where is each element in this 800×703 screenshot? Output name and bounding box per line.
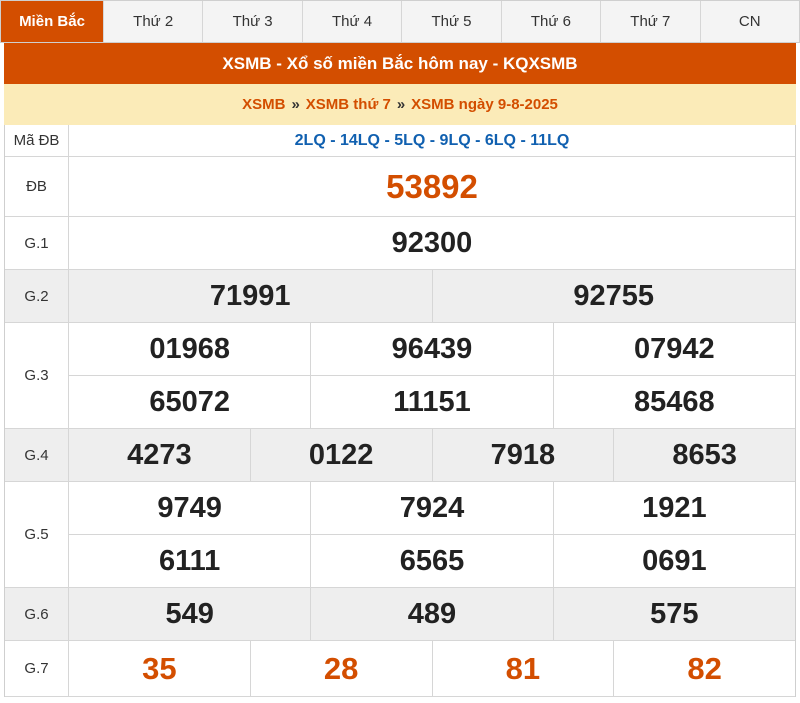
row-ma-db: Mã ĐB 2LQ - 14LQ - 5LQ - 9LQ - 6LQ - 11L… — [5, 125, 795, 157]
prize-number: 81 — [431, 641, 614, 696]
breadcrumb: XSMB » XSMB thứ 7 » XSMB ngày 9-8-2025 — [4, 84, 796, 125]
row-label-g7: G.7 — [5, 641, 69, 696]
prize-number: 6111 — [159, 544, 221, 577]
row-label-g1: G.1 — [5, 217, 69, 269]
prize-number: 489 — [310, 588, 552, 640]
row-g7: G.7 35 28 81 82 — [5, 641, 795, 697]
row-g3: G.3 01968 96439 07942 65072 11151 85468 — [5, 323, 795, 429]
prize-number: 0122 — [249, 429, 432, 481]
prize-number: 82 — [613, 641, 795, 696]
row-db: ĐB 53892 — [5, 157, 795, 217]
prize-number: 35 — [142, 650, 177, 686]
prize-number: 7924 — [310, 482, 552, 534]
row-g6: G.6 549 489 575 — [5, 588, 795, 641]
special-prize-number: 53892 — [386, 167, 478, 205]
prize-number: 28 — [249, 641, 432, 696]
prize-number: 65072 — [149, 385, 230, 418]
lottery-results-page: Miền Bắc Thứ 2 Thứ 3 Thứ 4 Thứ 5 Thứ 6 T… — [0, 0, 800, 703]
tab-thu-4[interactable]: Thứ 4 — [301, 1, 401, 42]
tab-thu-2[interactable]: Thứ 2 — [103, 1, 202, 42]
prize-number: 92300 — [391, 226, 473, 259]
prize-number: 71991 — [209, 279, 291, 312]
row-label-g6: G.6 — [5, 588, 69, 640]
page-title: XSMB - Xổ số miền Bắc hôm nay - KQXSMB — [4, 43, 796, 84]
prize-number: 1921 — [552, 482, 795, 534]
tab-thu-3[interactable]: Thứ 3 — [202, 1, 301, 42]
row-label-g3: G.3 — [5, 323, 69, 428]
tab-mien-bac[interactable]: Miền Bắc — [1, 1, 103, 42]
row-label-g4: G.4 — [5, 429, 69, 481]
prize-number: 9749 — [157, 491, 222, 524]
prize-number: 575 — [552, 588, 795, 640]
tab-thu-7[interactable]: Thứ 7 — [600, 1, 699, 42]
tab-cn[interactable]: CN — [699, 1, 799, 42]
special-codes: 2LQ - 14LQ - 5LQ - 9LQ - 6LQ - 11LQ — [294, 131, 570, 149]
row-label-ma-db: Mã ĐB — [5, 125, 69, 156]
row-g1: G.1 92300 — [5, 217, 795, 270]
prize-number: 6565 — [310, 535, 552, 587]
prize-number: 549 — [165, 597, 214, 630]
prize-number: 85468 — [552, 376, 795, 428]
prize-number: 01968 — [149, 332, 230, 365]
tab-thu-5[interactable]: Thứ 5 — [401, 1, 500, 42]
row-label-db: ĐB — [5, 157, 69, 216]
breadcrumb-separator: » — [291, 96, 300, 113]
tab-thu-6[interactable]: Thứ 6 — [500, 1, 600, 42]
region-day-tabs: Miền Bắc Thứ 2 Thứ 3 Thứ 4 Thứ 5 Thứ 6 T… — [0, 0, 800, 43]
results-table: Mã ĐB 2LQ - 14LQ - 5LQ - 9LQ - 6LQ - 11L… — [4, 125, 796, 697]
row-label-g5: G.5 — [5, 482, 69, 587]
breadcrumb-link-xsmb-date[interactable]: XSMB ngày 9-8-2025 — [411, 96, 558, 113]
row-g5: G.5 9749 7924 1921 6111 6565 0691 — [5, 482, 795, 588]
row-g4: G.4 4273 0122 7918 8653 — [5, 429, 795, 482]
breadcrumb-separator: » — [396, 96, 406, 113]
prize-number: 07942 — [552, 323, 795, 375]
row-label-g2: G.2 — [5, 270, 69, 322]
prize-number: 92755 — [431, 270, 796, 322]
breadcrumb-link-xsmb-thu-7[interactable]: XSMB thứ 7 — [306, 96, 391, 113]
prize-number: 7918 — [431, 429, 614, 481]
prize-number: 96439 — [310, 323, 552, 375]
prize-number: 11151 — [310, 376, 552, 428]
row-g2: G.2 71991 92755 — [5, 270, 795, 323]
prize-number: 8653 — [613, 429, 795, 481]
prize-number: 0691 — [552, 535, 795, 587]
breadcrumb-link-xsmb[interactable]: XSMB — [242, 96, 285, 113]
prize-number: 4273 — [127, 438, 192, 471]
